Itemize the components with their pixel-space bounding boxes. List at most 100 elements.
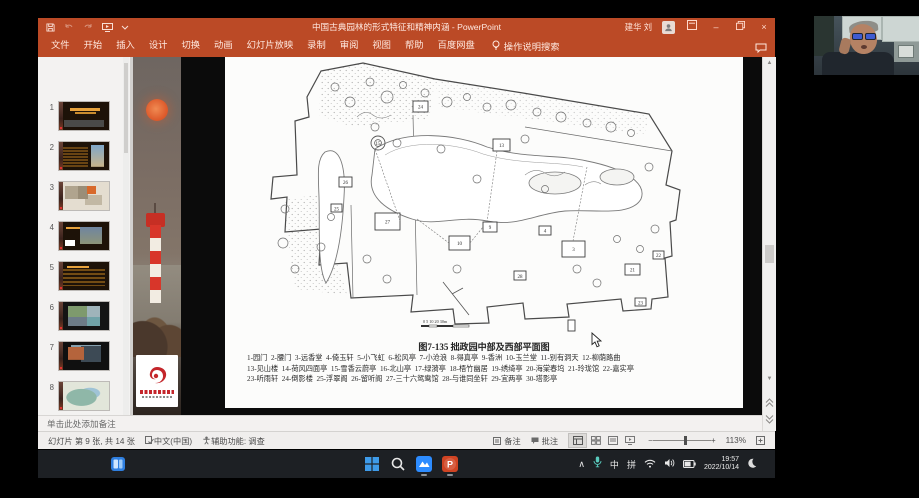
thumbnail-scrollbar[interactable]	[123, 57, 129, 431]
notes-placeholder: 单击此处添加备注	[38, 416, 762, 432]
next-slide-button[interactable]	[763, 415, 776, 427]
school-logo	[136, 355, 178, 407]
figure-legend: 1-园门 2-腰门 3-远香堂 4-倚玉轩 5-小飞虹 6-松风亭 7-小沧浪 …	[247, 353, 739, 385]
tab-design[interactable]: 设计	[142, 36, 175, 55]
svg-text:10: 10	[457, 242, 463, 247]
speaker-icon[interactable]	[664, 455, 675, 473]
tab-insert[interactable]: 插入	[109, 36, 142, 55]
tab-slideshow[interactable]: 幻灯片放映	[240, 36, 301, 55]
notes-pane[interactable]: 单击此处添加备注	[38, 415, 762, 432]
tab-review[interactable]: 审阅	[333, 36, 366, 55]
focus-moon-icon[interactable]	[747, 455, 757, 473]
slide-thumbnail-8[interactable]	[58, 381, 110, 411]
svg-text:25: 25	[334, 208, 340, 213]
mouse-cursor	[591, 333, 602, 353]
garden-plan-drawing: 24 15 26 27 10 9 13 4 3 21 22 28 23 25	[225, 57, 743, 339]
tab-animations[interactable]: 动画	[207, 36, 240, 55]
comments-toggle[interactable]: 批注	[531, 435, 558, 447]
language-indicator[interactable]: 中文(中国)	[154, 435, 192, 447]
scroll-down-arrow[interactable]: ▼	[763, 373, 776, 385]
widgets-icon[interactable]	[110, 456, 126, 472]
slide-editing-area: 24 15 26 27 10 9 13 4 3 21 22 28 23 25	[130, 57, 765, 431]
search-icon[interactable]	[390, 456, 406, 472]
clock-date: 2022/10/14	[704, 464, 739, 472]
reading-view-button[interactable]	[604, 434, 621, 447]
slide-number: 8	[40, 383, 54, 392]
title-bar: 中国古典园林的形式特征和精神内涵 - PowerPoint 建华 刘 – ×	[38, 18, 775, 36]
ribbon-display-options-icon[interactable]	[685, 20, 699, 34]
scroll-up-arrow[interactable]: ▲	[763, 57, 776, 69]
slide-thumbnail-1[interactable]	[58, 101, 110, 131]
battery-icon[interactable]	[683, 455, 696, 473]
svg-text:28: 28	[518, 275, 524, 280]
user-name[interactable]: 建华 刘	[625, 21, 652, 33]
tab-home[interactable]: 开始	[77, 36, 110, 55]
slide-number: 4	[40, 223, 54, 232]
thumbnail-row: 5	[38, 261, 130, 301]
slide-number: 6	[40, 303, 54, 312]
ribbon: 文件 开始 插入 设计 切换 动画 幻灯片放映 录制 审阅 视图 帮助 百度网盘…	[38, 36, 775, 59]
ime-mode-indicator[interactable]: 拼	[627, 458, 636, 471]
taskbar-clock[interactable]: 19:57 2022/10/14	[704, 456, 739, 472]
tab-baidu-netdisk[interactable]: 百度网盘	[431, 36, 482, 55]
meeting-app-icon[interactable]	[416, 456, 432, 472]
slide-number: 1	[40, 103, 54, 112]
tab-record[interactable]: 录制	[300, 36, 333, 55]
svg-text:21: 21	[630, 269, 636, 274]
zoom-percentage[interactable]: 113%	[726, 436, 746, 445]
minimize-button[interactable]: –	[709, 20, 723, 34]
tab-view[interactable]: 视图	[365, 36, 398, 55]
slideshow-view-button[interactable]	[621, 434, 638, 447]
normal-view-button[interactable]	[568, 433, 587, 448]
restore-button[interactable]	[733, 20, 747, 34]
picture-frame	[898, 45, 914, 58]
powerpoint-app-icon[interactable]: P	[442, 456, 458, 472]
scrollbar-thumb[interactable]	[765, 245, 774, 263]
spellcheck-icon[interactable]	[145, 436, 154, 445]
zoom-in-button[interactable]: +	[711, 436, 716, 445]
slide-thumbnail-panel: 1 2 3 4 5 6 7 8 9 10	[38, 57, 131, 431]
notes-toggle[interactable]: 备注	[493, 435, 520, 447]
slide-photo-strip[interactable]	[133, 57, 181, 415]
windows-taskbar: P ∧ 中 拼 19:57 2022/10/14	[38, 450, 775, 478]
tray-expand-chevron-icon[interactable]: ∧	[578, 459, 585, 470]
slide-sorter-view-button[interactable]	[587, 434, 604, 447]
slide-thumbnail-2[interactable]	[58, 141, 110, 171]
tell-me-search[interactable]: 操作说明搜索	[492, 39, 560, 53]
slide-thumbnail-6[interactable]	[58, 301, 110, 331]
accessibility-status[interactable]: 辅助功能: 调查	[211, 435, 265, 447]
webcam-video[interactable]	[814, 16, 919, 75]
wifi-icon[interactable]	[644, 455, 656, 473]
sunset-sun	[146, 99, 168, 121]
start-button[interactable]	[364, 456, 380, 472]
previous-slide-button[interactable]	[763, 399, 776, 411]
powerpoint-window: 中国古典园林的形式特征和精神内涵 - PowerPoint 建华 刘 – × 文…	[38, 18, 775, 448]
lighthouse-tower	[150, 225, 161, 303]
svg-text:23: 23	[638, 302, 644, 307]
fit-to-window-button[interactable]	[756, 436, 765, 445]
slide-thumbnail-3[interactable]	[58, 181, 110, 211]
zoom-slider[interactable]	[653, 434, 711, 447]
thumbnail-row: 7	[38, 341, 130, 381]
slide-thumbnail-7[interactable]	[58, 341, 110, 371]
tab-transitions[interactable]: 切换	[174, 36, 207, 55]
slide-thumbnail-5[interactable]	[58, 261, 110, 291]
vertical-scrollbar[interactable]: ▲ ▼	[762, 57, 776, 431]
svg-text:15: 15	[376, 142, 382, 147]
slide-thumbnail-4[interactable]	[58, 221, 110, 251]
clock-time: 19:57	[704, 456, 739, 464]
tab-file[interactable]: 文件	[44, 36, 77, 55]
avatar[interactable]	[662, 21, 675, 34]
svg-text:27: 27	[385, 221, 391, 226]
thumbnail-row: 4	[38, 221, 130, 261]
microphone-icon[interactable]	[593, 455, 602, 473]
comments-bubble-icon[interactable]	[755, 40, 767, 58]
rocks	[133, 307, 181, 357]
garden-plan-image[interactable]: 24 15 26 27 10 9 13 4 3 21 22 28 23 25	[225, 57, 743, 408]
slide-number: 7	[40, 343, 54, 352]
ime-language-indicator[interactable]: 中	[610, 458, 619, 471]
thumbnail-row: 3	[38, 181, 130, 221]
accessibility-icon[interactable]	[202, 436, 211, 445]
tab-help[interactable]: 帮助	[398, 36, 431, 55]
close-button[interactable]: ×	[757, 20, 771, 34]
